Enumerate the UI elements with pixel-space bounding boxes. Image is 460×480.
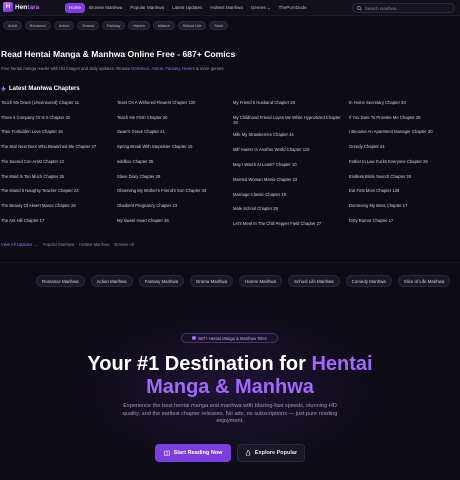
genre-chip-smut[interactable]: Smut <box>209 21 229 30</box>
tab-browse-all[interactable]: Browse All <box>114 242 134 247</box>
chapter-link[interactable]: Their Forbidden Love Chapter 16 <box>1 129 63 134</box>
tab-hottest-manhwa[interactable]: Hottest Manhwa <box>79 242 109 247</box>
chapter-link[interactable]: The Island 5 Naughty Teacher Chapter 24 <box>1 188 79 193</box>
nav-popular-manhwa[interactable]: Popular Manhwa <box>126 3 168 13</box>
nav-theporndude[interactable]: ThePornDude <box>275 3 311 13</box>
chapter-link[interactable]: The Star Next Door Who Bewitched Me Chap… <box>1 144 96 149</box>
chapter-link[interactable]: Male School Chapter 28 <box>233 206 278 211</box>
chapter-link[interactable]: Father In Law Fucks Everyone Chapter 29 <box>349 159 428 164</box>
tab-popular-manhwa[interactable]: Popular Manhwa <box>43 242 74 247</box>
latest-chapters-heading: Latest Manhwa Chapters <box>1 86 80 92</box>
logo-icon: H <box>3 2 13 12</box>
nav-latest-updates[interactable]: Latest Updates <box>168 3 206 13</box>
chapter-link[interactable]: Dirty Rumor Chapter 17 <box>349 218 393 223</box>
chapter-link[interactable]: I Became An Apartment Manager Chapter 30 <box>349 129 433 134</box>
explore-popular-button[interactable]: Explore Popular <box>237 444 305 462</box>
chapter-link[interactable]: Eat First Mom Chapter 136 <box>349 188 399 193</box>
nav-hottest-manhwa[interactable]: Hottest Manhwa <box>206 3 247 13</box>
chapter-link[interactable]: Dommeng My Boss Chapter 17 <box>349 203 407 208</box>
site-logo[interactable]: H Hentara <box>3 2 39 12</box>
page-title: Read Hentai Manga & Manhwa Online Free -… <box>1 49 236 59</box>
section-divider <box>0 262 460 263</box>
main-nav: Home Browse Manhwa Popular Manhwa Latest… <box>65 3 311 13</box>
chapter-link[interactable]: Tears On A Withered Flowers Chapter 100 <box>117 100 195 105</box>
start-reading-button[interactable]: Start Reading Now <box>155 444 231 462</box>
titles-count-badge: 687+ Hentai Manga & Manhwa Titles <box>181 333 278 343</box>
logo-text: Hentara <box>15 3 40 11</box>
genre-chip-school-life[interactable]: School Life <box>177 21 207 30</box>
genre-pill-slice-of-life[interactable]: Slice of Life Manhwa <box>397 275 451 287</box>
genre-pill-drama[interactable]: Drama Manhwa <box>190 275 234 287</box>
genre-links[interactable]: Romance, Action, Fantasy, Harem <box>131 66 194 71</box>
genre-chip-action[interactable]: Action <box>53 21 75 30</box>
chapter-link[interactable]: My Childhood Friend Loves Me While Hypno… <box>233 115 345 125</box>
search-input[interactable] <box>365 5 450 11</box>
chapter-link[interactable]: Slave Diary Chapter 29 <box>117 174 160 179</box>
genre-pill-comedy[interactable]: Comedy Manhwa <box>345 275 392 287</box>
chapter-link[interactable]: Milf Hunter In Another World Chapter 115 <box>233 147 309 152</box>
chapter-link[interactable]: Observing My Mother's Friend's Son Chapt… <box>117 188 206 193</box>
chapter-link[interactable]: Endless Bride Search Chapter 20 <box>349 174 411 179</box>
chapter-link[interactable]: Obedient Pregnancy Chapter 23 <box>117 203 177 208</box>
fire-icon <box>245 450 251 456</box>
chapter-link[interactable]: Touch Me Down (Uncensored) Chapter 11 <box>1 100 79 105</box>
chapter-link[interactable]: soldbox Chapter 35 <box>117 159 153 164</box>
genre-pill-harem[interactable]: Harem Manhwa <box>239 275 283 287</box>
genre-chip-drama[interactable]: Drama <box>77 21 99 30</box>
chapter-link[interactable]: Married Woman Mania Chapter 33 <box>233 177 297 182</box>
genre-pill-action[interactable]: Action Manhwa <box>90 275 133 287</box>
chapter-link[interactable]: In Home Secretary Chapter 34 <box>349 100 406 105</box>
book-icon <box>163 450 170 456</box>
nav-genres-dropdown[interactable]: Genres ⌄ <box>247 3 275 13</box>
chapter-link[interactable]: The Sacred Con Artist Chapter 13 <box>1 159 64 164</box>
lightning-icon <box>1 86 6 92</box>
search-box[interactable] <box>352 3 455 13</box>
chapter-link[interactable]: The Beauty Of Aksert Manor Chapter 28 <box>1 203 76 208</box>
chapter-link[interactable]: Swan's Grave Chapter 41 <box>117 129 165 134</box>
chapter-link[interactable]: If You Dare To Provoke Me Chapter 25 <box>349 115 421 120</box>
genre-chip-mature[interactable]: Mature <box>152 21 175 30</box>
chapter-link[interactable]: My Friend 5 Husband Chapter 26 <box>233 100 295 105</box>
genre-pill-romance[interactable]: Romance Manhwa <box>36 275 85 287</box>
view-all-updates-link[interactable]: View All Updates → <box>1 242 38 247</box>
chapter-link[interactable]: Three 5 Company Or Is It Chapter 32 <box>1 115 70 120</box>
chapter-link[interactable]: Let's Meet In The Chili Pepper Field Cha… <box>233 221 321 226</box>
page-description: Free hentai manga reader with HD images … <box>1 66 225 71</box>
landing-subtitle: Experience the best hentai manga and man… <box>122 403 338 425</box>
chapter-link[interactable]: Marriage Classic Chapter 19 <box>233 192 286 197</box>
chapter-link[interactable]: Spring Break With Stepsister Chapter 15 <box>117 144 192 149</box>
genre-pill-fantasy[interactable]: Fantasy Manhwa <box>138 275 185 287</box>
genre-chip-adult[interactable]: Adult <box>3 21 22 30</box>
landing-headline: Your #1 Destination for Hentai Manga & M… <box>87 353 373 398</box>
chapter-link[interactable]: Milk My Strawberries Chapter 44 <box>233 132 294 137</box>
chapter-link[interactable]: My Sweet Heart Chapter 36 <box>117 218 169 223</box>
latest-chapters-grid: Touch Me Down (Uncensored) Chapter 11 Th… <box>1 100 460 231</box>
nav-browse-manhwa[interactable]: Browse Manhwa <box>85 3 126 13</box>
chapter-link[interactable]: Greedy Chapter 24 <box>349 144 385 149</box>
search-icon <box>357 5 362 11</box>
top-navigation-bar: H Hentara Home Browse Manhwa Popular Man… <box>0 0 460 16</box>
chapter-link[interactable]: The Maid Is Too Much Chapter 25 <box>1 174 64 179</box>
genre-chip-harem[interactable]: Harem <box>128 21 150 30</box>
badge-dot-icon <box>192 336 197 340</box>
genre-chip-fantasy[interactable]: Fantasy <box>101 21 126 30</box>
updates-tabs: View All Updates → Popular Manhwa Hottes… <box>1 242 134 247</box>
chapter-link[interactable]: The Ant Hill Chapter 17 <box>1 218 44 223</box>
genre-pill-school-life[interactable]: School Life Manhwa <box>288 275 340 287</box>
genre-pill-row: Romance Manhwa Action Manhwa Fantasy Man… <box>36 275 451 287</box>
chapter-link[interactable]: May I Watch At Least? Chapter 10 <box>233 162 297 167</box>
nav-home[interactable]: Home <box>65 3 86 13</box>
genre-filter-bar: Adult Romance Action Drama Fantasy Harem… <box>3 21 229 30</box>
genre-chip-romance[interactable]: Romance <box>24 21 51 30</box>
chapter-link[interactable]: Teach Me First! Chapter 20 <box>117 115 168 120</box>
